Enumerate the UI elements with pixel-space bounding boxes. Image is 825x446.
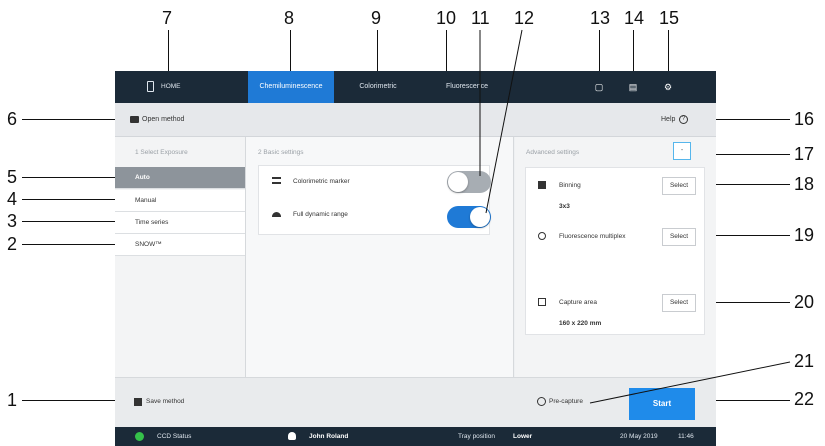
open-method-button[interactable]: Open method <box>142 116 184 123</box>
top-nav: HOME Chemiluminescence Colorimetric Fluo… <box>115 71 716 103</box>
callout-line-2 <box>22 244 118 245</box>
binning-label: Binning <box>559 182 581 189</box>
user-name: John Roland <box>309 433 349 440</box>
user-icon <box>288 432 296 440</box>
callout-line-4 <box>22 199 118 200</box>
home-icon[interactable] <box>147 81 154 92</box>
action-bar: Save method Pre-capture Start <box>115 377 716 427</box>
tab-fluorescence[interactable]: Fluorescence <box>427 71 507 103</box>
save-icon <box>134 398 142 406</box>
callout-22: 22 <box>794 389 815 409</box>
clipboard-icon[interactable]: ▤ <box>628 82 638 92</box>
callout-4: 4 <box>7 189 18 209</box>
callout-9: 9 <box>371 8 382 28</box>
fluorescence-multiplex-label: Fluorescence multiplex <box>559 233 626 240</box>
callout-5: 5 <box>7 167 18 187</box>
basic-settings-card: Colorimetric marker Full dynamic range <box>258 165 491 235</box>
callout-12: 12 <box>514 8 535 28</box>
exposure-panel: 1 Select Exposure Auto Manual Time serie… <box>115 137 246 377</box>
full-dynamic-range-toggle[interactable] <box>447 206 491 228</box>
pre-capture-icon <box>537 397 546 406</box>
home-button[interactable]: HOME <box>161 71 181 103</box>
exposure-manual[interactable]: Manual <box>115 190 245 212</box>
help-button[interactable]: Help <box>661 116 675 123</box>
binning-select-button[interactable]: Select <box>662 177 696 195</box>
callout-21: 21 <box>794 351 815 371</box>
callout-6: 6 <box>7 109 18 129</box>
callout-17: 17 <box>794 144 815 164</box>
exposure-time-series[interactable]: Time series <box>115 212 245 234</box>
tray-position-label: Tray position <box>458 433 495 440</box>
callout-2: 2 <box>7 234 18 254</box>
multiplex-select-button[interactable]: Select <box>662 228 696 246</box>
collapse-button[interactable]: - <box>673 142 691 160</box>
start-button[interactable]: Start <box>629 388 695 420</box>
capture-area-value: 160 x 220 mm <box>559 320 602 327</box>
gear-icon[interactable]: ⚙ <box>663 82 673 92</box>
ccd-status-indicator <box>135 432 144 441</box>
multiplex-icon <box>538 232 546 240</box>
binning-value: 3x3 <box>559 203 570 210</box>
callout-19: 19 <box>794 225 815 245</box>
callout-line-5 <box>22 177 122 178</box>
capture-area-select-button[interactable]: Select <box>662 294 696 312</box>
full-dynamic-range-label: Full dynamic range <box>293 211 348 218</box>
dynamic-range-icon <box>272 212 281 217</box>
advanced-settings-header: Advanced settings <box>526 149 580 156</box>
method-bar: Open method Help ? <box>115 103 716 137</box>
callout-16: 16 <box>794 109 815 129</box>
save-method-button[interactable]: Save method <box>146 398 184 405</box>
ccd-status-label: CCD Status <box>157 433 192 440</box>
callout-7: 7 <box>162 8 173 28</box>
callout-20: 20 <box>794 292 815 312</box>
callout-10: 10 <box>436 8 457 28</box>
status-time: 11:46 <box>678 433 694 440</box>
folder-open-icon <box>130 116 139 123</box>
callout-8: 8 <box>284 8 295 28</box>
capture-area-label: Capture area <box>559 299 597 306</box>
colorimetric-marker-toggle[interactable] <box>447 171 491 193</box>
callout-18: 18 <box>794 174 815 194</box>
callout-3: 3 <box>7 211 18 231</box>
exposure-header: 1 Select Exposure <box>135 149 188 156</box>
toggle-knob <box>470 207 490 227</box>
exposure-auto[interactable]: Auto <box>115 167 245 189</box>
tray-position-value: Lower <box>513 433 533 440</box>
callout-15: 15 <box>659 8 680 28</box>
status-date: 20 May 2019 <box>620 433 658 440</box>
capture-area-icon <box>538 298 546 306</box>
status-bar: CCD Status John Roland Tray position Low… <box>115 427 716 446</box>
tab-chemiluminescence[interactable]: Chemiluminescence <box>248 71 334 103</box>
basic-settings-header: 2 Basic settings <box>258 149 304 156</box>
app-window: HOME Chemiluminescence Colorimetric Fluo… <box>115 71 716 446</box>
folder-icon[interactable]: ▢ <box>594 82 604 92</box>
tab-colorimetric[interactable]: Colorimetric <box>341 71 415 103</box>
callout-line-6 <box>22 119 126 120</box>
callout-13: 13 <box>590 8 611 28</box>
pre-capture-button[interactable]: Pre-capture <box>549 398 583 405</box>
marker-icon <box>272 177 281 184</box>
advanced-settings-panel: Advanced settings - Binning Select 3x3 F… <box>515 137 716 377</box>
callout-line-1 <box>22 400 128 401</box>
colorimetric-marker-label: Colorimetric marker <box>293 178 350 185</box>
callout-14: 14 <box>624 8 645 28</box>
callout-11: 11 <box>471 8 490 28</box>
advanced-settings-card: Binning Select 3x3 Fluorescence multiple… <box>525 167 705 335</box>
basic-settings-panel: 2 Basic settings Colorimetric marker Ful… <box>246 137 514 377</box>
exposure-snow[interactable]: SNOW™ <box>115 234 245 256</box>
callout-1: 1 <box>7 390 18 410</box>
callout-line-3 <box>22 221 118 222</box>
help-icon[interactable]: ? <box>679 115 688 124</box>
binning-icon <box>538 181 546 189</box>
toggle-knob <box>448 172 468 192</box>
